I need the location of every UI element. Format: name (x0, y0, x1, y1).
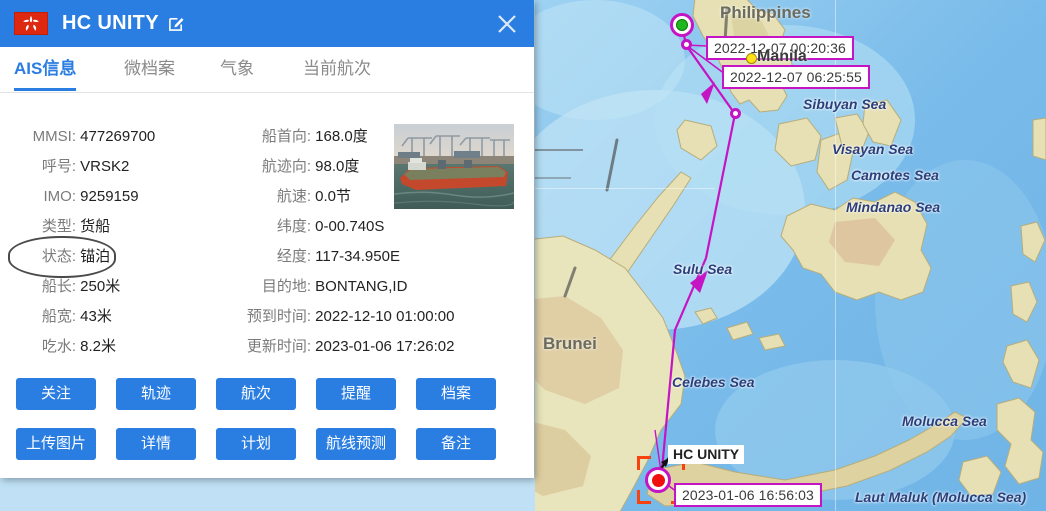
map-view[interactable]: 2022-12-07 00:20:36 2022-12-07 06:25:55 … (535, 0, 1046, 511)
track-time-label[interactable]: 2022-12-07 06:25:55 (722, 65, 870, 89)
panel-titlebar: HC UNITY (0, 0, 534, 47)
sea-label: Celebes Sea (672, 374, 755, 390)
button-archive[interactable]: 档案 (416, 378, 496, 410)
field-speed: 航速: 0.0节 (225, 187, 351, 207)
field-length: 船长: 250米 (14, 277, 120, 297)
button-plan[interactable]: 计划 (216, 428, 296, 460)
field-update-time: 更新时间: 2023-01-06 17:26:02 (225, 337, 455, 357)
field-label: 类型: (41, 218, 76, 235)
button-track[interactable]: 轨迹 (116, 378, 196, 410)
field-draft: 吃水: 8.2米 (14, 337, 116, 357)
field-value: 0.0节 (315, 188, 352, 205)
tab-weather[interactable]: 气象 (220, 47, 254, 91)
field-eta: 预到时间: 2022-12-10 01:00:00 (225, 307, 455, 327)
track-time-label[interactable]: 2023-01-06 16:56:03 (674, 483, 822, 507)
field-longitude: 经度: 117-34.950E (225, 247, 400, 267)
track-waypoint[interactable] (730, 108, 741, 119)
button-voyage[interactable]: 航次 (216, 378, 296, 410)
button-remark[interactable]: 备注 (416, 428, 496, 460)
tab-label: 当前航次 (303, 59, 371, 78)
field-beam: 船宽: 43米 (14, 307, 112, 327)
field-value: 0-00.740S (315, 218, 385, 235)
vessel-name-label[interactable]: HC UNITY (668, 445, 745, 464)
field-label: 船宽: (41, 308, 76, 325)
field-value: 43米 (80, 308, 112, 325)
sea-label: Camotes Sea (851, 167, 939, 183)
field-label: IMO: (43, 188, 77, 205)
field-value: 货船 (80, 218, 111, 235)
sea-label: Laut Maluk (Molucca Sea) (855, 489, 1027, 505)
tab-active-underline (14, 88, 77, 91)
field-value: 117-34.950E (315, 248, 400, 265)
button-route-forecast[interactable]: 航线预测 (316, 428, 396, 460)
close-button[interactable] (492, 9, 522, 39)
field-label: 船长: (41, 278, 76, 295)
field-value: VRSK2 (80, 158, 130, 175)
tab-ais-info[interactable]: AIS信息 (14, 47, 77, 91)
field-course: 航迹向: 98.0度 (225, 157, 360, 177)
city-label-manila: Manila (757, 48, 807, 65)
sea-label: Molucca Sea (902, 413, 987, 429)
close-x-icon (498, 15, 516, 33)
field-value: 168.0度 (315, 128, 368, 145)
bauhinia-glyph (23, 15, 39, 31)
field-label: 预到时间: (246, 308, 311, 325)
field-mmsi: MMSI: 477269700 (14, 127, 156, 147)
button-upload-photo[interactable]: 上传图片 (16, 428, 96, 460)
field-destination: 目的地: BONTANG,ID (225, 277, 408, 297)
field-label: 状态: (41, 248, 76, 265)
tab-label: 微档案 (124, 59, 175, 78)
action-button-group: 关注 轨迹 航次 提醒 档案 上传图片 详情 计划 航线预测 备注 (0, 378, 534, 468)
tab-micro-archive[interactable]: 微档案 (124, 47, 175, 91)
field-label: 经度: (276, 248, 311, 265)
vessel-current-position-dot (652, 474, 665, 487)
sea-label: Sulu Sea (673, 261, 733, 277)
field-value: 9259159 (80, 188, 139, 205)
field-label: 航速: (276, 188, 311, 205)
field-latitude: 纬度: 0-00.740S (225, 217, 385, 237)
field-value: 2023-01-06 17:26:02 (315, 338, 455, 355)
field-label: 更新时间: (246, 338, 311, 355)
field-label: 纬度: (276, 218, 311, 235)
field-status: 状态: 锚泊 (14, 247, 110, 267)
field-label: 呼号: (41, 158, 76, 175)
hong-kong-flag-icon (14, 12, 48, 35)
field-value: 477269700 (80, 128, 156, 145)
field-callsign: 呼号: VRSK2 (14, 157, 130, 177)
panel-tabs: AIS信息 微档案 气象 当前航次 (0, 47, 534, 93)
vessel-photo[interactable] (394, 124, 514, 209)
field-label: 航迹向: (261, 158, 311, 175)
field-label: MMSI: (32, 128, 76, 145)
panel-title: HC UNITY (62, 12, 159, 34)
sea-label: Mindanao Sea (846, 199, 941, 215)
city-dot-manila (746, 53, 757, 64)
country-label-brunei: Brunei (543, 334, 597, 353)
sea-label: Visayan Sea (832, 141, 914, 157)
field-label: 船首向: (261, 128, 311, 145)
track-start-dot (676, 19, 688, 31)
field-type: 类型: 货船 (14, 217, 110, 237)
field-imo: IMO: 9259159 (14, 187, 139, 207)
field-value: 锚泊 (80, 248, 111, 265)
button-reminder[interactable]: 提醒 (316, 378, 396, 410)
field-value: 98.0度 (315, 158, 360, 175)
sea-label: Sibuyan Sea (803, 96, 887, 112)
tab-label: 气象 (220, 59, 254, 78)
field-value: 8.2米 (80, 338, 117, 355)
tab-current-voyage[interactable]: 当前航次 (303, 47, 371, 91)
field-label: 目的地: (261, 278, 311, 295)
button-details[interactable]: 详情 (116, 428, 196, 460)
field-heading: 船首向: 168.0度 (225, 127, 368, 147)
field-label: 吃水: (41, 338, 76, 355)
track-waypoint[interactable] (681, 39, 692, 50)
edit-square-icon[interactable] (168, 15, 185, 32)
field-value: BONTANG,ID (315, 278, 408, 295)
tab-label: AIS信息 (14, 59, 77, 78)
field-value: 2022-12-10 01:00:00 (315, 308, 455, 325)
field-value: 250米 (80, 278, 121, 295)
vessel-info-panel: HC UNITY AIS信息 微档案 气象 当前航次 MMSI: 4772697… (0, 0, 534, 478)
country-label-philippines: Philippines (720, 3, 811, 22)
button-follow[interactable]: 关注 (16, 378, 96, 410)
